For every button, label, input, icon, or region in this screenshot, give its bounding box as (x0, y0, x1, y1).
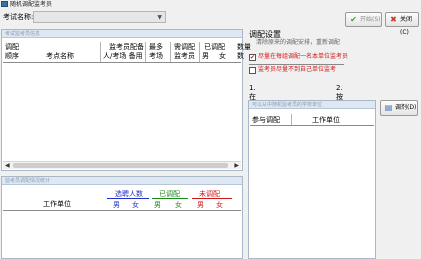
panel-title: 考试监考员信息 (5, 31, 41, 37)
panel-header: 监考员调配情况统计 (2, 177, 242, 185)
col-header-work-unit: 工作单位 (43, 200, 71, 208)
app-icon (1, 1, 8, 7)
adjust-button[interactable]: ▤ 调剂(D) (380, 100, 418, 116)
col-header-invigilator-config-sub: 人/考场 备用 (103, 52, 143, 60)
col-header-max: 最多 (149, 43, 163, 51)
unassigned-underline (192, 198, 232, 199)
header-divider (3, 62, 241, 63)
col-header-site-name: 考点名称 (46, 52, 74, 60)
col-header-assigned-female: 女 (175, 201, 182, 209)
header-divider (3, 210, 241, 211)
panel-header: 可以从中随机监考员的学校单位 (249, 101, 375, 109)
option1-checkbox[interactable]: ✔ (249, 54, 256, 61)
col-header-need-sub: 监考员 (174, 52, 195, 60)
close-button-label: 关闭(C) (400, 16, 413, 36)
scroll-right-icon[interactable]: ▶ (234, 162, 239, 170)
column-divider (291, 114, 292, 125)
scroll-left-icon[interactable]: ◀ (5, 162, 10, 170)
panel-header: 考试监考员信息 (2, 30, 242, 38)
col-header-participate: 参与调配 (252, 116, 280, 124)
col-header-selected-female: 女 (132, 201, 139, 209)
col-header-selected: 选聘人数 (115, 190, 143, 198)
col-header-need: 需调配 (174, 43, 195, 51)
col-header-count-sub: 数 (237, 52, 244, 60)
col-header-assigned: 已调配 (159, 190, 180, 198)
col-header-count: 数量 (237, 43, 251, 51)
option1-label[interactable]: 尽量在每组调配一名本单位监考员 (258, 53, 348, 61)
title-bar: 随机调配监考员 (0, 0, 421, 9)
scrollbar-thumb[interactable] (13, 163, 228, 168)
horizontal-scrollbar[interactable]: ◀ ▶ (3, 161, 241, 169)
col-header-invigilator-config: 监考员配备 (109, 43, 144, 51)
document-icon: ▤ (384, 103, 393, 112)
start-button-label: 开始(S) (360, 16, 381, 23)
checkmark-icon: ✔ (350, 15, 357, 24)
col-header-unassigned: 未调配 (199, 190, 220, 198)
column-divider (145, 42, 146, 62)
col-header-assigned: 已调配 (204, 43, 225, 51)
col-header-selected-male: 男 (113, 201, 120, 209)
chevron-down-icon: ▼ (157, 14, 162, 21)
assigned-underline (152, 198, 188, 199)
close-icon: ✖ (390, 15, 397, 24)
start-button[interactable]: ✔ 开始(S) (345, 12, 382, 27)
col-header-assigned-female: 女 (219, 52, 226, 60)
col-header-work-unit: 工作单位 (312, 116, 340, 124)
settings-subtitle: 清除原来的调配安排，重新调配 (256, 39, 341, 46)
col-header-unassigned-male: 男 (197, 201, 204, 209)
selected-underline (107, 198, 149, 199)
col-header-order: 调配 (5, 43, 19, 51)
exam-sites-panel: 考试监考员信息 调配 顺序 考点名称 监考员配备 人/考场 备用 最多 考场 需… (1, 29, 251, 171)
col-header-max-sub: 考场 (149, 52, 163, 60)
work-unit-stats-panel: 监考员调配情况统计 工作单位 选聘人数 男 女 已调配 男 女 未调配 男 女 (1, 176, 243, 259)
option-divider (249, 64, 344, 65)
col-header-assigned-male: 男 (154, 201, 161, 209)
exam-name-select[interactable]: ▼ (33, 11, 166, 23)
column-divider (199, 42, 200, 62)
settings-title: 调配设置 (249, 30, 281, 39)
col-header-order-sub: 顺序 (5, 52, 19, 60)
option2-checkbox[interactable] (249, 67, 256, 74)
exam-name-label: 考试名称: (3, 13, 34, 21)
option2-label[interactable]: 监考员尽量不到自己单位监考 (258, 66, 336, 74)
header-divider (250, 125, 374, 126)
window-title: 随机调配监考员 (10, 1, 53, 8)
panel-title: 可以从中随机监考员的学校单位 (252, 102, 323, 108)
panel-title: 监考员调配情况统计 (5, 178, 51, 184)
column-divider (170, 42, 171, 62)
column-divider (100, 42, 101, 62)
col-header-unassigned-female: 女 (216, 201, 223, 209)
scope-panel: 可以从中随机监考员的学校单位 参与调配 工作单位 (248, 100, 376, 259)
close-button[interactable]: ✖ 关闭(C) (385, 12, 419, 36)
adjust-button-label: 调剂(D) (395, 104, 417, 111)
col-header-assigned-male: 男 (202, 52, 209, 60)
